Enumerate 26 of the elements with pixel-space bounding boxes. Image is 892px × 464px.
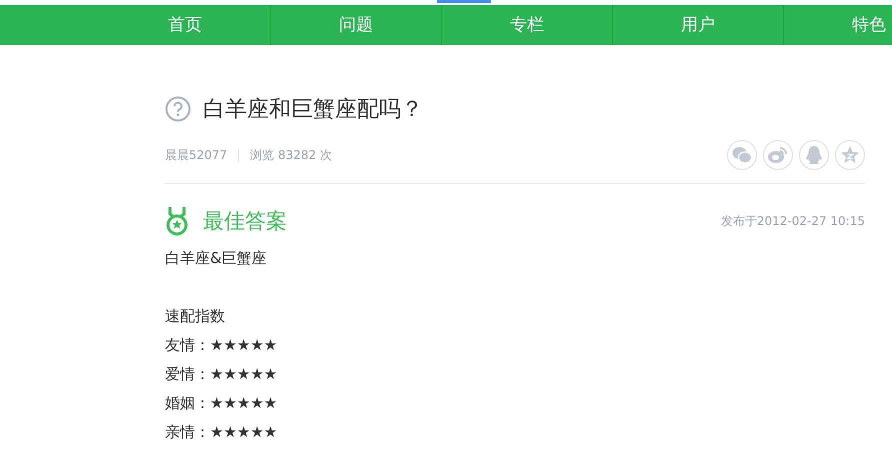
star-share-button[interactable] — [835, 140, 865, 170]
eye-share-button[interactable] — [763, 140, 793, 170]
answer-line: 爱情：★★★★★ — [165, 364, 278, 385]
answer-line: 婚姻：★★★★★ — [165, 393, 278, 414]
medal-icon — [165, 206, 189, 236]
nav-item[interactable]: 首页 — [100, 5, 271, 45]
answer-line: 速配指数 — [165, 306, 226, 327]
eye-icon — [767, 144, 789, 166]
top-indicator — [437, 0, 491, 3]
best-answer-heading: 最佳答案 — [203, 208, 287, 235]
penguin-share-button[interactable] — [799, 140, 829, 170]
view-count: 浏览 83282 次 — [250, 146, 332, 164]
chat-bubbles-share-button[interactable] — [727, 140, 757, 170]
question-title: 白羊座和巨蟹座配吗？ — [203, 96, 423, 124]
star-icon — [839, 144, 861, 166]
question-icon — [165, 96, 191, 122]
publish-date: 发布于2012-02-27 10:15 — [720, 212, 865, 230]
author-link[interactable]: 晨晨52077 — [165, 146, 228, 164]
nav-item[interactable]: 用户 — [613, 5, 784, 45]
answer-line: 亲情：★★★★★ — [165, 422, 278, 443]
nav-item[interactable]: 特色 — [784, 5, 892, 45]
answer-line: 白羊座&巨蟹座 — [165, 248, 268, 269]
answer-line: 友情：★★★★★ — [165, 335, 278, 356]
nav-item[interactable]: 专栏 — [442, 5, 613, 45]
nav-item[interactable]: 问题 — [271, 5, 442, 45]
penguin-icon — [803, 144, 825, 166]
